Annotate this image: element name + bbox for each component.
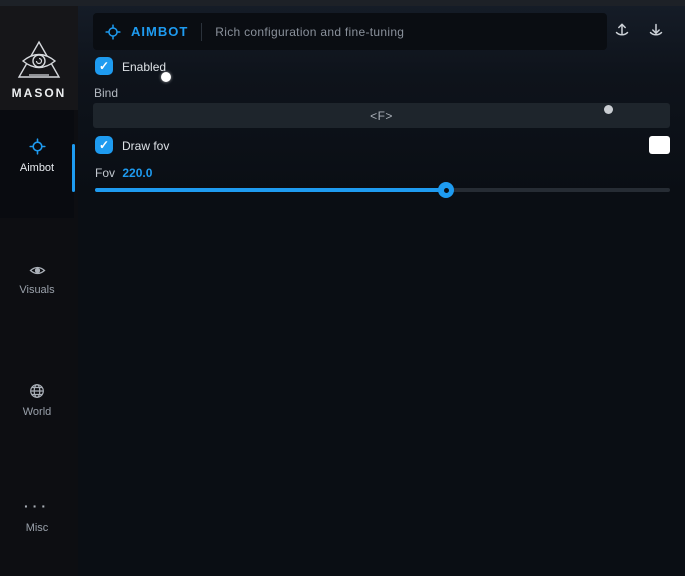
draw-fov-label: Draw fov — [122, 139, 169, 153]
fov-label-row: Fov 220.0 — [95, 166, 152, 180]
fov-value: 220.0 — [122, 166, 152, 180]
checkmark-icon: ✓ — [99, 139, 109, 151]
bind-key-value: <F> — [370, 109, 393, 123]
fov-slider-handle[interactable] — [438, 182, 454, 198]
sidebar-item-label: Visuals — [19, 284, 54, 296]
mouse-cursor-dot — [161, 72, 171, 82]
sidebar: MASON Aimbot Visuals World — [0, 6, 78, 576]
mason-eye-pyramid-logo — [15, 39, 63, 81]
page-header: AIMBOT Rich configuration and fine-tunin… — [93, 13, 607, 50]
bind-label: Bind — [94, 86, 118, 100]
sidebar-item-aimbot[interactable]: Aimbot — [0, 138, 74, 174]
crosshair-icon — [29, 138, 46, 155]
fov-slider[interactable] — [95, 188, 670, 192]
sidebar-item-visuals[interactable]: Visuals — [0, 264, 74, 296]
download-icon — [646, 21, 666, 41]
header-divider — [201, 23, 202, 41]
fov-color-swatch[interactable] — [649, 136, 670, 154]
page-title: AIMBOT — [131, 24, 188, 39]
page-subtitle: Rich configuration and fine-tuning — [215, 25, 404, 39]
checkmark-icon: ✓ — [99, 60, 109, 72]
upload-icon — [612, 21, 632, 41]
app-window: MASON Aimbot Visuals World — [0, 0, 685, 576]
brand-name: MASON — [12, 86, 67, 100]
sidebar-item-world[interactable]: World — [0, 383, 74, 418]
enabled-label: Enabled — [122, 60, 166, 74]
main-panel: AIMBOT Rich configuration and fine-tunin… — [78, 6, 685, 576]
sidebar-item-misc[interactable]: ··· Misc — [0, 501, 74, 534]
draw-fov-checkbox[interactable]: ✓ — [95, 136, 113, 154]
bind-key-field[interactable]: <F> — [93, 103, 670, 128]
sidebar-item-label: Misc — [26, 522, 49, 534]
eye-icon — [29, 264, 46, 277]
crosshair-icon — [105, 24, 121, 40]
enabled-checkbox[interactable]: ✓ — [95, 57, 113, 75]
sidebar-item-label: World — [23, 406, 52, 418]
globe-icon — [29, 383, 45, 399]
export-config-button[interactable] — [610, 19, 634, 43]
fov-slider-fill — [95, 188, 446, 192]
fov-label: Fov — [95, 166, 115, 180]
bind-field-dot — [604, 105, 613, 114]
logo-block: MASON — [0, 6, 78, 110]
import-config-button[interactable] — [644, 19, 668, 43]
sidebar-item-label: Aimbot — [20, 162, 54, 174]
ellipsis-icon: ··· — [24, 501, 50, 515]
